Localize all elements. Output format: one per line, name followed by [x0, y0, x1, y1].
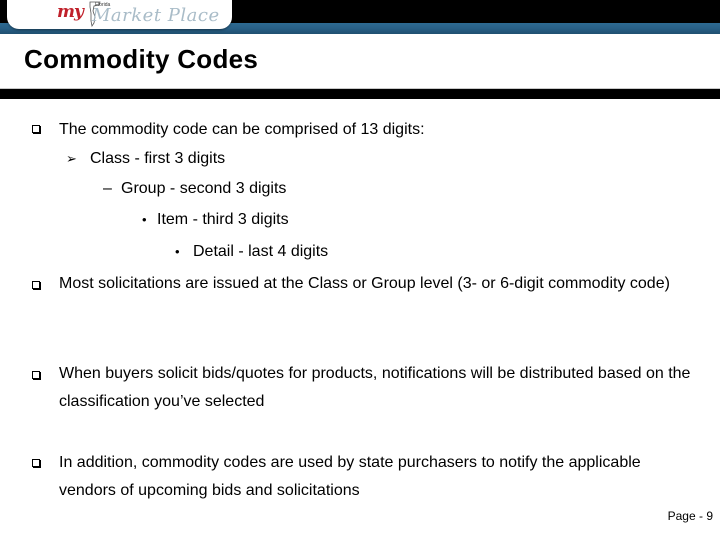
sub-item-text: Item - third 3 digits [157, 211, 289, 228]
dot-bullet-icon: • [175, 244, 180, 259]
dot-bullet-icon: • [142, 212, 147, 227]
logo-marketplace: Market Place [92, 5, 220, 26]
sub-item-text: Detail - last 4 digits [193, 243, 329, 260]
bullet-text: The commodity code can be comprised of 1… [59, 121, 425, 138]
square-bullet-icon [32, 371, 40, 379]
square-bullet-icon [32, 281, 40, 289]
bullet-text: When buyers solicit bids/quotes for prod… [59, 365, 691, 410]
arrow-bullet-icon: ➢ [66, 151, 77, 166]
dash-bullet-icon: – [103, 180, 112, 197]
sub-item-text: Class - first 3 digits [90, 150, 226, 167]
bullet-text: Most solicitations are issued at the Cla… [59, 275, 670, 292]
sub-item-text: Group - second 3 digits [121, 180, 287, 197]
square-bullet-icon [32, 459, 40, 467]
square-bullet-icon [32, 125, 40, 133]
logo-my: my [57, 2, 84, 22]
logo: my Florida Market Place [7, 0, 232, 29]
page-title: Commodity Codes [24, 44, 259, 74]
title-black-band [0, 89, 720, 99]
bullet-text: In addition, commodity codes are used by… [59, 454, 641, 499]
page-number: Page - 9 [667, 509, 713, 523]
